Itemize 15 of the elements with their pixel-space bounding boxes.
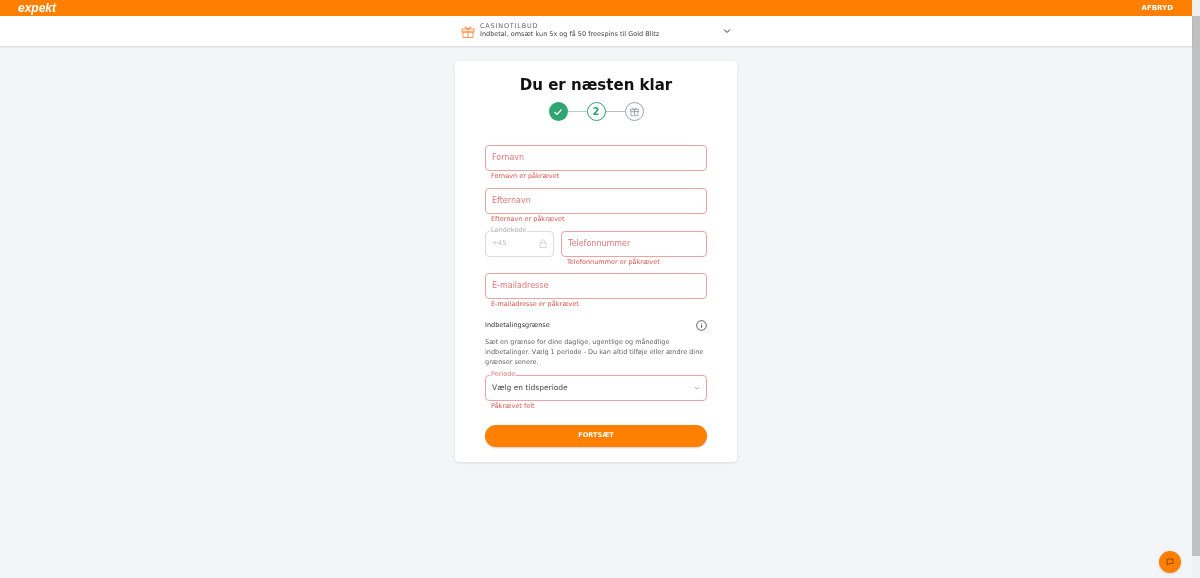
chat-button[interactable] xyxy=(1159,551,1181,573)
phone-field[interactable]: Telefonnummer xyxy=(561,230,707,257)
gift-icon xyxy=(461,24,475,38)
info-icon[interactable] xyxy=(696,320,707,331)
step-done-icon xyxy=(548,102,568,121)
card-title: Du er næsten klar xyxy=(518,75,674,95)
logo[interactable]: expekt xyxy=(18,2,57,14)
text-field[interactable]: Efternavn xyxy=(485,187,707,214)
chat-icon xyxy=(1166,558,1174,566)
lock-icon xyxy=(539,239,547,248)
chevron-icon xyxy=(694,386,700,390)
text-field[interactable]: E-mailadresse xyxy=(485,273,707,300)
text-field[interactable]: Fornavn xyxy=(485,145,707,171)
chevron-icon[interactable] xyxy=(723,28,731,34)
scrollbar[interactable] xyxy=(1192,0,1200,578)
